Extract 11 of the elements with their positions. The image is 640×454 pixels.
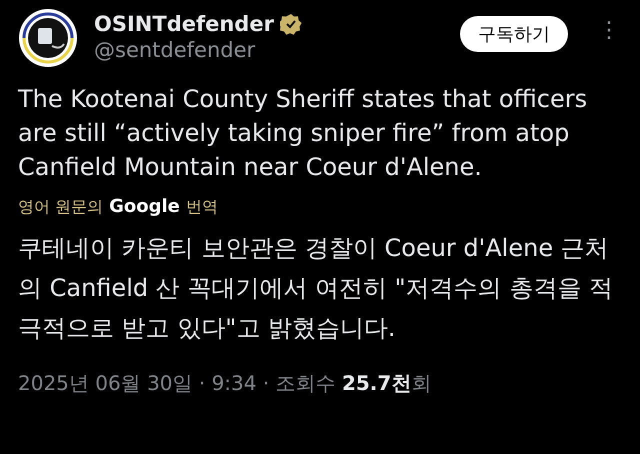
google-logo: Google [109,196,180,217]
post-text: The Kootenai County Sheriff states that officers are still “actively taking sniper fire” from atop Canfield Mountain near Coeur d'Alene. [18,84,588,183]
avatar-logo [18,8,78,68]
more-menu-icon[interactable]: ⋮ [584,8,622,43]
translation-label: 영어 원문의 [18,197,104,218]
translation-label: 번역 [186,197,218,218]
translated-text: 쿠테네이 카운티 보안관은 경찰이 Coeur d'Alene 근처의 Canfield 산 꼭대기에서 여전히 "저격수의 총격을 적극적으로 받고 있다"고 밝혔습니다. [18,233,614,344]
author-handle[interactable]: @sentdefender [94,38,444,62]
subscribe-button[interactable]: 구독하기 [460,16,568,52]
post-meta: 2025년 06월 30일 · 9:34 · 조회수 25.7천회 [18,370,432,397]
author-name[interactable]: OSINTdefender [94,12,274,36]
